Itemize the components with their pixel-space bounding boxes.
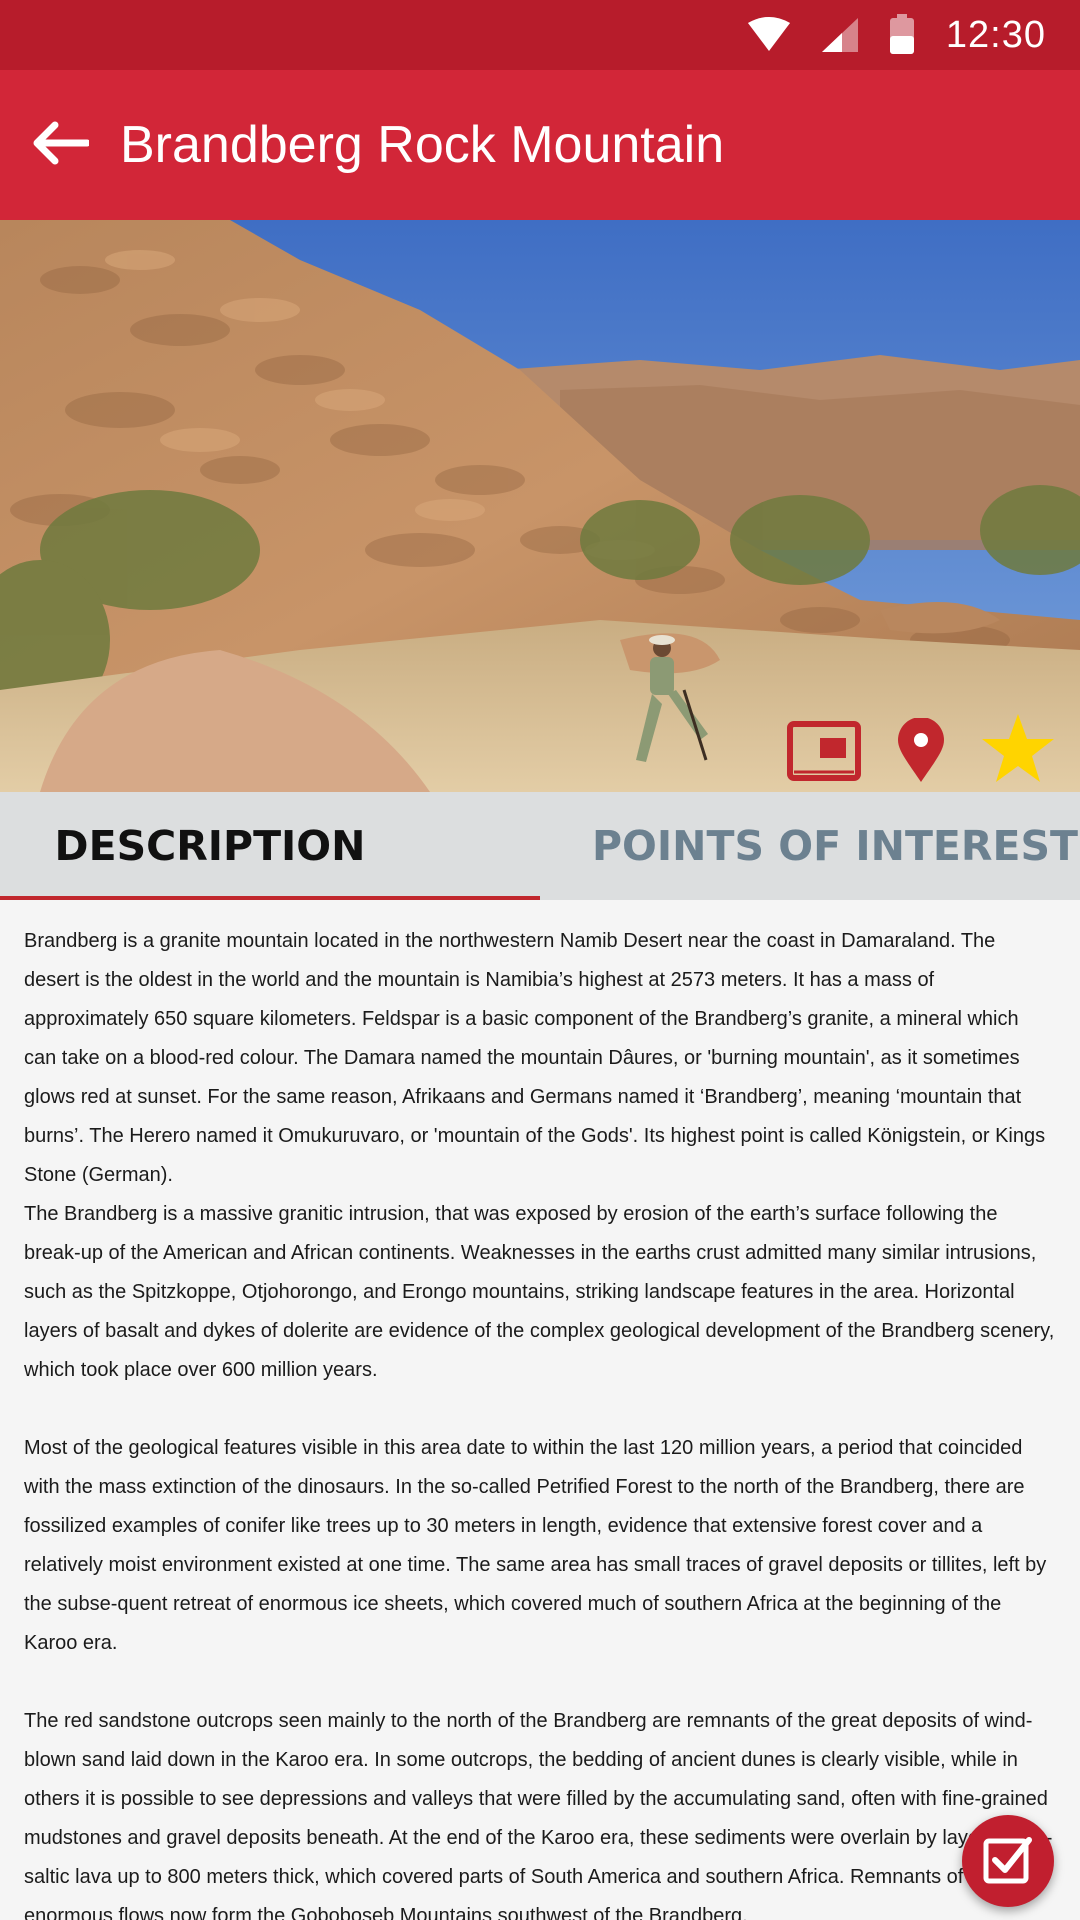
wifi-icon <box>746 17 792 53</box>
app-bar: Brandberg Rock Mountain <box>0 70 1080 220</box>
mountain-photo <box>0 220 1080 792</box>
status-time: 12:30 <box>945 13 1046 56</box>
tab-bar: DESCRIPTION POINTS OF INTEREST <box>0 792 1080 900</box>
map-pin-icon[interactable] <box>896 718 946 784</box>
back-arrow-icon <box>31 121 91 170</box>
paragraph: The Brandberg is a massive granitic intr… <box>24 1203 1055 1381</box>
favorite-star-icon[interactable] <box>980 712 1056 784</box>
status-bar: 12:30 <box>0 0 1080 70</box>
tab-description-label: DESCRIPTION <box>54 822 366 870</box>
tab-points-of-interest[interactable]: POINTS OF INTEREST <box>540 792 1080 900</box>
checklist-icon <box>983 1834 1033 1889</box>
battery-icon <box>888 14 916 56</box>
page-title: Brandberg Rock Mountain <box>120 116 725 174</box>
paragraph: Most of the geological features visible … <box>24 1437 1047 1654</box>
tab-description[interactable]: DESCRIPTION <box>0 792 540 900</box>
hero-action-bar <box>752 712 1056 784</box>
paragraph: The red sandstone outcrops seen mainly t… <box>24 1710 1053 1920</box>
hero-image <box>0 220 1080 792</box>
check-in-button[interactable] <box>962 1815 1054 1907</box>
description-text: Brandberg is a granite mountain located … <box>24 922 1056 1920</box>
back-button[interactable] <box>0 70 120 220</box>
cell-signal-icon <box>820 16 860 54</box>
tab-points-of-interest-label: POINTS OF INTEREST <box>592 822 1078 870</box>
gallery-icon[interactable] <box>786 720 862 784</box>
paragraph: Brandberg is a granite mountain located … <box>24 930 1046 1186</box>
